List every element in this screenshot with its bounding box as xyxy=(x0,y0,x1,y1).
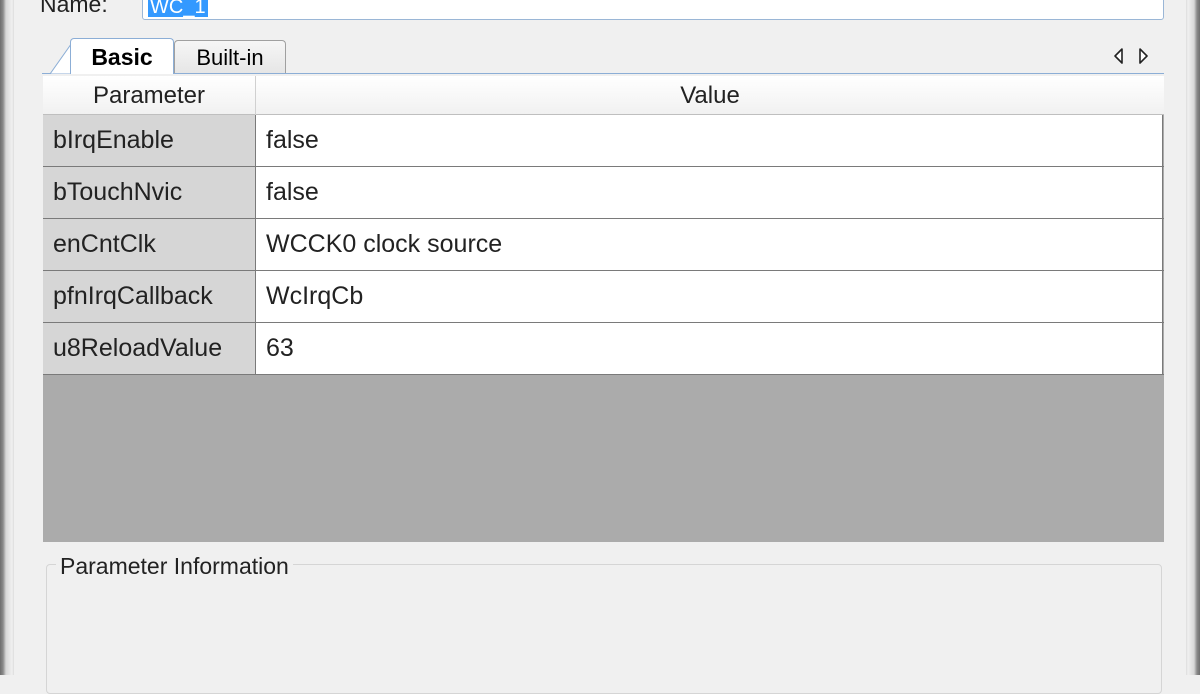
param-name-cell[interactable]: bIrqEnable xyxy=(43,115,256,166)
tab-basic[interactable]: Basic xyxy=(70,38,174,74)
tab-scroll-arrows xyxy=(1110,46,1154,66)
param-name-cell[interactable]: u8ReloadValue xyxy=(43,323,256,374)
window-frame-right xyxy=(1186,0,1200,675)
grid-row[interactable]: enCntClk WCCK0 clock source xyxy=(43,219,1164,271)
param-value-cell[interactable]: false xyxy=(256,115,1163,166)
name-label: Name: xyxy=(40,0,108,17)
name-input[interactable]: WC_1 xyxy=(142,0,1164,20)
scroll-left-icon[interactable] xyxy=(1110,46,1128,66)
column-header-parameter[interactable]: Parameter xyxy=(43,76,256,115)
param-name-cell[interactable]: bTouchNvic xyxy=(43,167,256,218)
grid-row[interactable]: bTouchNvic false xyxy=(43,167,1164,219)
window-frame-left xyxy=(0,0,14,675)
grid-header: Parameter Value xyxy=(43,76,1164,115)
tab-strip-divider xyxy=(42,73,1164,74)
param-name-cell[interactable]: pfnIrqCallback xyxy=(43,271,256,322)
grid-row[interactable]: u8ReloadValue 63 xyxy=(43,323,1164,375)
name-input-selected-text: WC_1 xyxy=(148,0,208,17)
param-value-cell[interactable]: 63 xyxy=(256,323,1163,374)
grid-row[interactable]: pfnIrqCallback WcIrqCb xyxy=(43,271,1164,323)
param-value-cell[interactable]: WcIrqCb xyxy=(256,271,1163,322)
scroll-right-icon[interactable] xyxy=(1134,46,1152,66)
parameter-information-title: Parameter Information xyxy=(56,552,293,580)
grid-row[interactable]: bIrqEnable false xyxy=(43,115,1164,167)
param-name-cell[interactable]: enCntClk xyxy=(43,219,256,270)
param-value-cell[interactable]: WCCK0 clock source xyxy=(256,219,1163,270)
column-header-value[interactable]: Value xyxy=(256,76,1164,115)
tab-built-in[interactable]: Built-in xyxy=(174,40,286,73)
param-value-cell[interactable]: false xyxy=(256,167,1163,218)
parameter-grid: Parameter Value bIrqEnable false bTouchN… xyxy=(43,76,1164,542)
